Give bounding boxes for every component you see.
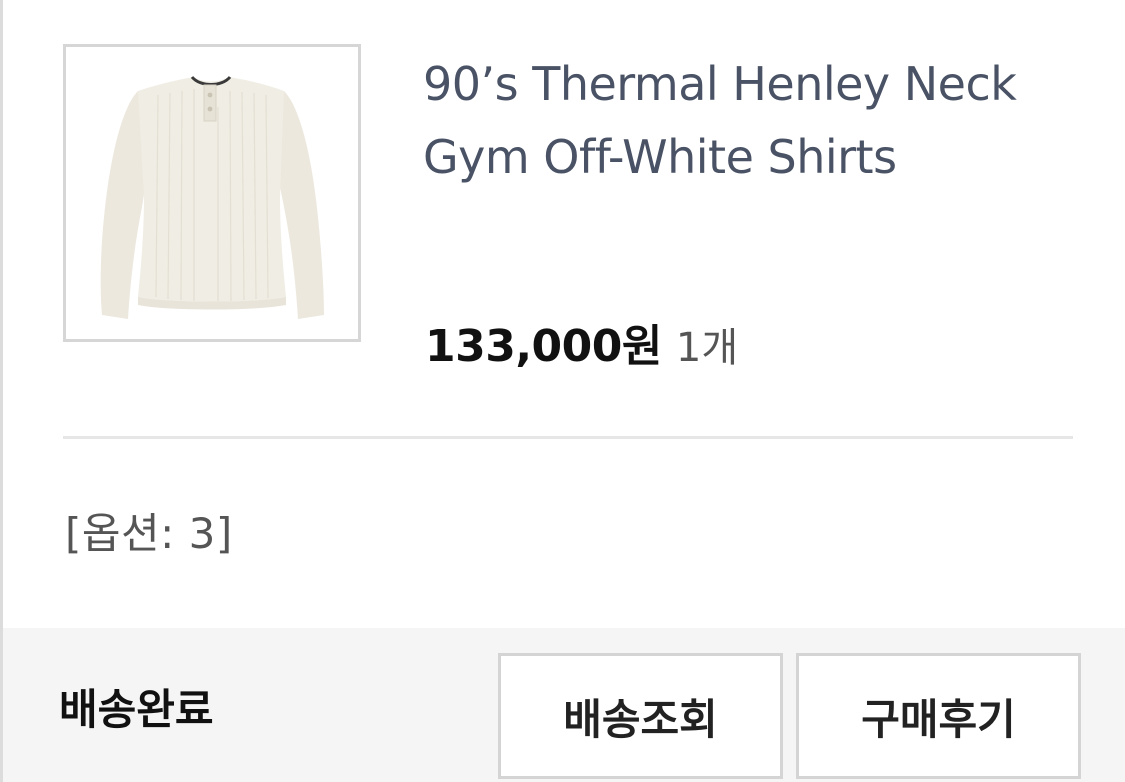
order-footer: 배송완료 배송조회 구매후기	[3, 628, 1125, 782]
henley-shirt-image	[66, 47, 358, 339]
product-thumbnail[interactable]	[63, 44, 361, 342]
product-option: [옵션: 3]	[65, 509, 233, 558]
delivery-status: 배송완료	[59, 685, 214, 734]
product-title[interactable]: 90’s Thermal Henley Neck Gym Off-White S…	[423, 48, 1063, 194]
write-review-button[interactable]: 구매후기	[796, 653, 1081, 779]
order-item-card: 90’s Thermal Henley Neck Gym Off-White S…	[0, 0, 1125, 782]
price-row: 133,000원 1개	[425, 310, 739, 372]
divider	[63, 436, 1073, 439]
product-quantity: 1개	[675, 325, 739, 371]
product-price: 133,000원	[425, 321, 662, 372]
track-delivery-button[interactable]: 배송조회	[498, 653, 783, 779]
